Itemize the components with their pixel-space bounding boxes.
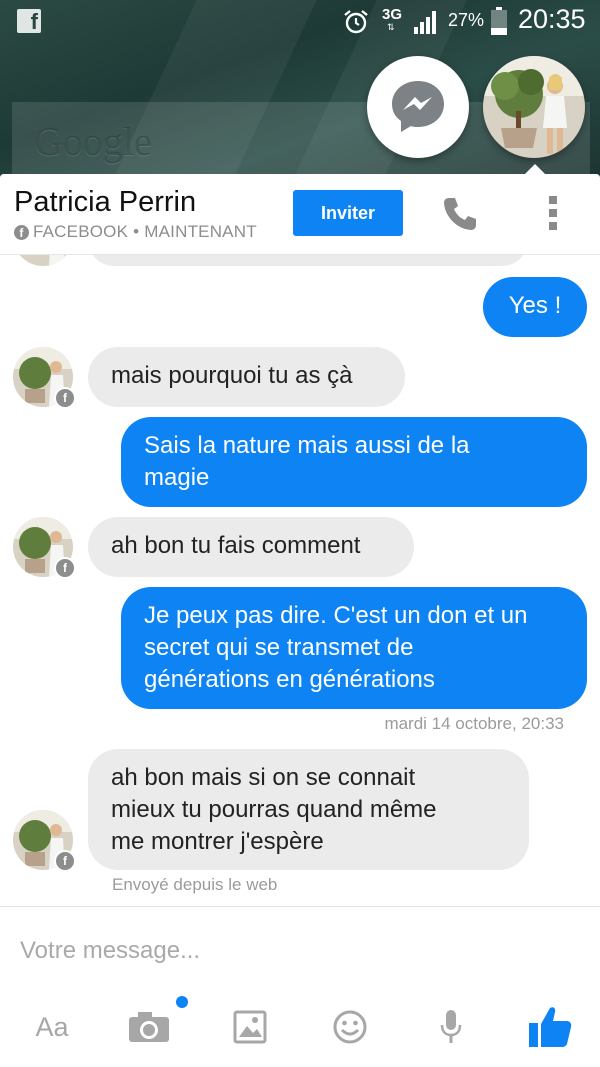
contact-chat-head[interactable]: [483, 56, 585, 158]
chat-header: Patricia Perrin f FACEBOOK • MAINTENANT …: [0, 174, 600, 255]
contact-name[interactable]: Patricia Perrin: [14, 186, 196, 219]
like-button[interactable]: [525, 997, 575, 1057]
network-type: 3G: [382, 6, 403, 23]
gallery-icon: [233, 1010, 267, 1044]
facebook-badge-icon: f: [54, 557, 76, 579]
camera-button[interactable]: [124, 997, 174, 1057]
messenger-bolt-icon: [392, 81, 444, 132]
messenger-chat-head[interactable]: [367, 56, 469, 158]
message-bubble-incoming: ah bon mais si on se connait mieux tu po…: [88, 749, 529, 870]
overflow-menu-icon[interactable]: [546, 196, 560, 234]
facebook-source-icon: f: [14, 224, 29, 240]
microphone-button[interactable]: [436, 997, 466, 1057]
message-timestamp: mardi 14 octobre, 20:33: [384, 714, 564, 733]
separator: •: [133, 222, 140, 241]
message-bubble-outgoing: Je peux pas dire. C'est un don et un sec…: [121, 587, 587, 709]
text-format-button[interactable]: Aa: [24, 997, 80, 1057]
data-arrows-icon: ⇅: [387, 22, 395, 32]
emoji-button[interactable]: [330, 997, 370, 1057]
facebook-badge-icon: f: [54, 850, 76, 872]
facebook-badge-icon: f: [54, 387, 76, 409]
chat-panel: Yes ! f mais pourquoi tu as çà Sais la n…: [0, 174, 600, 1067]
camera-active-dot: [176, 996, 188, 1008]
gallery-button[interactable]: [229, 997, 271, 1057]
alarm-icon: [344, 10, 368, 34]
composer: Aa: [0, 906, 600, 1067]
message-bubble-incoming: ah bon tu fais comment: [88, 517, 414, 577]
contact-subtitle: f FACEBOOK • MAINTENANT: [14, 222, 257, 242]
signal-icon: [414, 11, 436, 34]
presence-label: MAINTENANT: [144, 222, 257, 241]
battery-icon: [491, 7, 507, 35]
facebook-notification-icon: f: [17, 9, 41, 33]
text-format-icon: Aa: [35, 1011, 69, 1042]
source-label: FACEBOOK: [33, 222, 129, 241]
message-input[interactable]: [20, 933, 580, 969]
message-list[interactable]: Yes ! f mais pourquoi tu as çà Sais la n…: [0, 174, 600, 909]
message-bubble-incoming: mais pourquoi tu as çà: [88, 347, 405, 407]
microphone-icon: [440, 1010, 462, 1043]
like-thumb-icon: [529, 1007, 572, 1047]
message-bubble-outgoing: Sais la nature mais aussi de la magie: [121, 417, 587, 507]
emoji-icon: [333, 1010, 367, 1044]
invite-button[interactable]: Inviter: [293, 190, 403, 236]
message-bubble-outgoing: Yes !: [483, 277, 587, 337]
clock: 20:35: [518, 4, 586, 34]
google-logo: Google: [34, 119, 152, 164]
contact-photo: [483, 56, 585, 158]
status-bar: f 3G ⇅ 27% 20:35: [0, 0, 600, 44]
phone-icon[interactable]: [440, 194, 480, 234]
camera-icon: [129, 1012, 169, 1042]
sent-from-web-note: Envoyé depuis le web: [112, 875, 278, 894]
battery-percent: 27%: [448, 10, 485, 30]
